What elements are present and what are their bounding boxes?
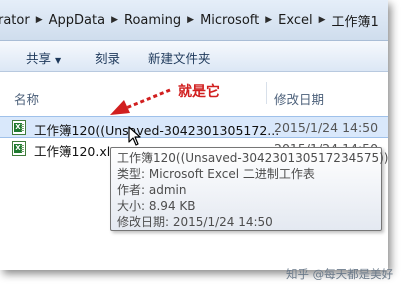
file-date: 2015/1/24 14:50 (274, 120, 379, 135)
breadcrumb-appdata[interactable]: AppData (49, 13, 105, 28)
breadcrumb-workbook[interactable]: 工作簿1 (332, 11, 379, 30)
chevron-right-icon[interactable]: ▶ (265, 15, 272, 25)
excel-file-icon: X (12, 120, 26, 135)
tooltip-title: 工作簿120((Unsaved-304230130517234575)) (117, 151, 388, 165)
chevron-right-icon[interactable]: ▶ (111, 15, 118, 25)
address-bar[interactable]: rator ▶ AppData ▶ Roaming ▶ Microsoft ▶ … (0, 0, 388, 41)
burn-button[interactable]: 刻录 (95, 48, 120, 67)
column-date-modified[interactable]: 修改日期 (274, 89, 324, 108)
tooltip-size: 大小: 8.94 KB (117, 199, 196, 213)
tooltip-modified: 修改日期: 2015/1/24 14:50 (117, 215, 273, 229)
excel-file-icon: X (12, 141, 26, 156)
command-toolbar: 共享 ▼ 刻录 新建文件夹 (0, 41, 388, 72)
file-row-unsaved[interactable]: X 工作簿120((Unsaved-3042301305172... 2015/… (0, 116, 388, 138)
column-name[interactable]: 名称 (14, 89, 39, 108)
breadcrumb-roaming[interactable]: Roaming (124, 13, 181, 28)
chevron-right-icon[interactable]: ▶ (187, 15, 194, 25)
chevron-right-icon[interactable]: ▶ (36, 15, 43, 25)
explorer-window: rator ▶ AppData ▶ Roaming ▶ Microsoft ▶ … (0, 0, 388, 270)
breadcrumb-administrator[interactable]: rator (0, 13, 30, 28)
breadcrumb-microsoft[interactable]: Microsoft (200, 13, 259, 28)
tooltip-type: 类型: Microsoft Excel 二进制工作表 (117, 167, 315, 181)
annotation-arrow-icon (110, 88, 171, 115)
tooltip-author: 作者: admin (117, 183, 187, 197)
file-name: 工作簿120((Unsaved-3042301305172... (34, 123, 280, 138)
column-divider[interactable] (266, 82, 267, 104)
mouse-cursor-icon (128, 126, 141, 146)
breadcrumb-excel[interactable]: Excel (278, 13, 312, 28)
new-folder-button[interactable]: 新建文件夹 (148, 48, 211, 67)
chevron-right-icon[interactable]: ▶ (319, 15, 326, 25)
watermark: 知乎 @每天都是美好 (286, 267, 394, 281)
chevron-down-icon: ▼ (55, 56, 62, 65)
share-button[interactable]: 共享 ▼ (26, 48, 61, 67)
annotation-label: 就是它 (178, 84, 220, 100)
file-tooltip: 工作簿120((Unsaved-304230130517234575)) 类型:… (110, 147, 388, 231)
